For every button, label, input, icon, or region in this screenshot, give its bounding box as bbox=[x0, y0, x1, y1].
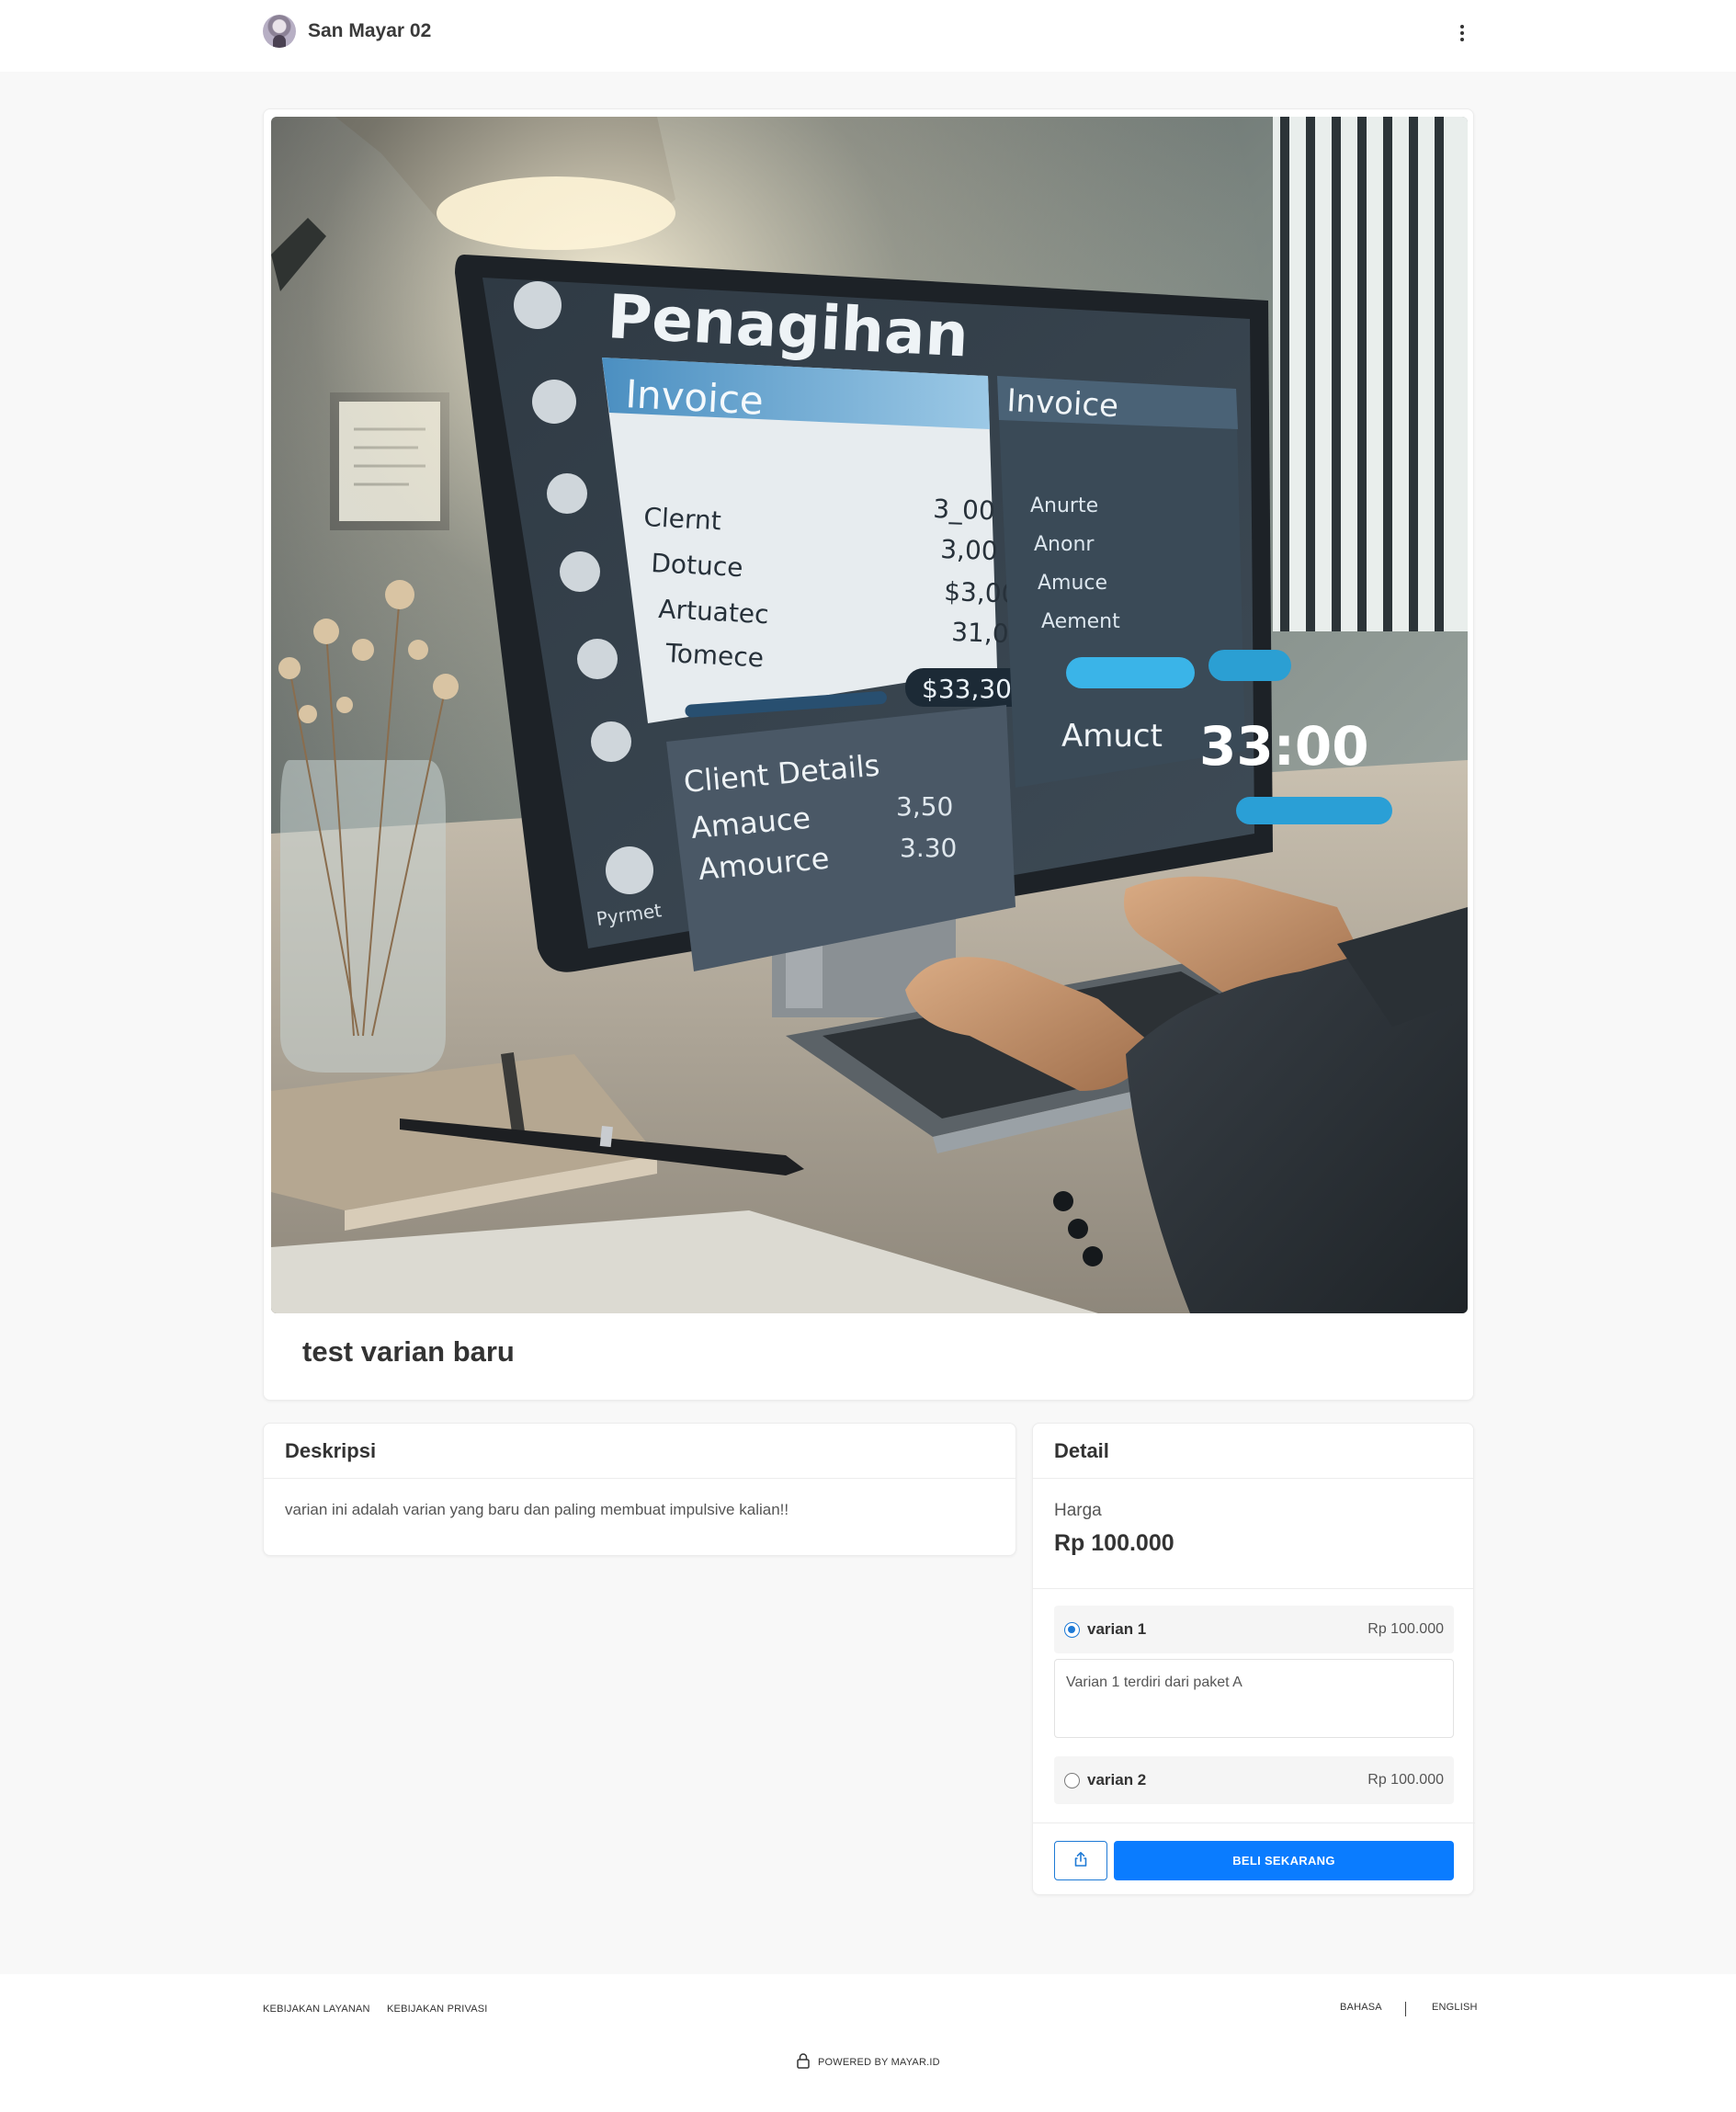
powered-by[interactable]: POWERED BY MAYAR.ID bbox=[796, 2052, 940, 2072]
image-row-label: Tomece bbox=[664, 638, 765, 674]
detail-divider bbox=[1033, 1822, 1475, 1823]
terms-link[interactable]: KEBIJAKAN LAYANAN bbox=[263, 2004, 370, 2015]
variant-2-name[interactable]: varian 2 bbox=[1087, 1771, 1146, 1789]
description-heading: Deskripsi bbox=[264, 1424, 1016, 1479]
price-block: Harga Rp 100.000 bbox=[1033, 1479, 1473, 1589]
price-label: Harga bbox=[1054, 1501, 1102, 1520]
variant-1-radio[interactable] bbox=[1064, 1621, 1080, 1638]
image-big-amount: 33:00 bbox=[1199, 715, 1369, 778]
share-icon bbox=[1072, 1851, 1089, 1870]
image-row-label: Clernt bbox=[643, 502, 722, 536]
image-right-row: Anonr bbox=[1034, 533, 1095, 556]
image-panel-title: Invoice bbox=[624, 371, 765, 424]
store-header[interactable]: San Mayar 02 bbox=[263, 15, 431, 48]
variant-option-1[interactable]: varian 1 Rp 100.000 bbox=[1054, 1606, 1454, 1653]
store-avatar[interactable] bbox=[263, 15, 296, 48]
store-name[interactable]: San Mayar 02 bbox=[308, 20, 431, 42]
variant-option-2[interactable]: varian 2 Rp 100.000 bbox=[1054, 1756, 1454, 1804]
variant-2-radio[interactable] bbox=[1064, 1772, 1080, 1788]
footer: KEBIJAKAN LAYANAN KEBIJAKAN PRIVASI BAHA… bbox=[0, 1974, 1736, 2112]
language-label: BAHASA bbox=[1340, 2002, 1382, 2013]
product-hero-card: Pyrmet Penagihan Invoice Clernt Dotuce A… bbox=[263, 108, 1474, 1401]
image-panel-title-2: Invoice bbox=[1006, 382, 1119, 425]
product-image: Pyrmet Penagihan Invoice Clernt Dotuce A… bbox=[271, 117, 1468, 1313]
image-row-label: Artuatec bbox=[658, 594, 770, 630]
product-title: test varian baru bbox=[302, 1335, 515, 1368]
top-bar: San Mayar 02 bbox=[0, 0, 1736, 72]
description-card: Deskripsi varian ini adalah varian yang … bbox=[263, 1423, 1016, 1556]
image-right-row: Aement bbox=[1041, 610, 1120, 633]
image-row-label: Dotuce bbox=[651, 548, 744, 583]
image-total: $33,30 bbox=[922, 674, 1012, 704]
variant-1-name[interactable]: varian 1 bbox=[1087, 1620, 1146, 1639]
variant-1-description: Varian 1 terdiri dari paket A bbox=[1054, 1659, 1454, 1738]
image-client-row-value: 3,50 bbox=[896, 791, 953, 822]
image-row-value: 3,00 bbox=[940, 534, 998, 566]
image-right-row: Anurte bbox=[1030, 494, 1098, 517]
description-text: varian ini adalah varian yang baru dan p… bbox=[285, 1501, 789, 1518]
variant-1-price: Rp 100.000 bbox=[1367, 1621, 1444, 1637]
image-right-row: Amuce bbox=[1038, 572, 1107, 595]
detail-card: Detail Harga Rp 100.000 varian 1 Rp 100.… bbox=[1032, 1423, 1475, 1895]
image-row-value: 3_00 bbox=[933, 494, 996, 526]
detail-heading: Detail bbox=[1033, 1424, 1473, 1479]
language-selector[interactable]: ENGLISH bbox=[1432, 2002, 1478, 2013]
share-button[interactable] bbox=[1054, 1841, 1107, 1880]
image-client-row-value: 3.30 bbox=[900, 833, 957, 863]
variant-2-price: Rp 100.000 bbox=[1367, 1772, 1444, 1788]
more-options-icon[interactable] bbox=[1452, 20, 1472, 46]
footer-separator bbox=[1405, 2002, 1406, 2016]
powered-by-text[interactable]: POWERED BY MAYAR.ID bbox=[818, 2057, 940, 2068]
image-big-amount-label: Amuct bbox=[1061, 718, 1163, 755]
privacy-link[interactable]: KEBIJAKAN PRIVASI bbox=[387, 2004, 488, 2015]
lock-icon bbox=[796, 2052, 811, 2072]
buy-now-button[interactable]: BELI SEKARANG bbox=[1114, 1841, 1454, 1880]
price-value: Rp 100.000 bbox=[1054, 1530, 1174, 1556]
